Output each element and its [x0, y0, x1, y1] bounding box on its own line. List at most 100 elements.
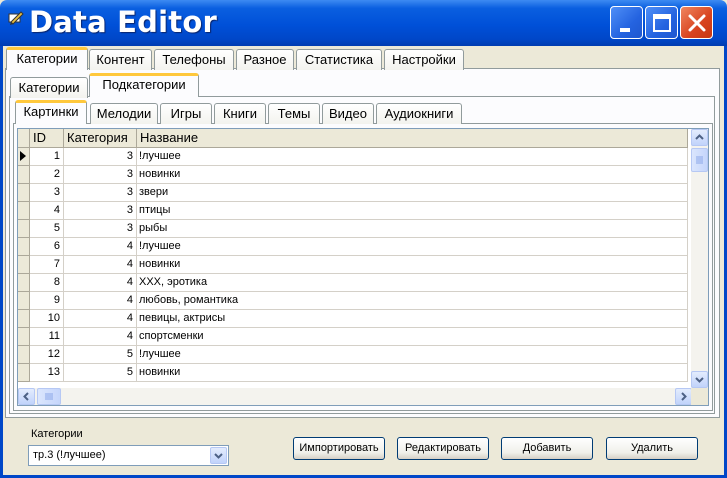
row-indicator[interactable]	[18, 184, 30, 202]
cell-id[interactable]: 10	[30, 310, 64, 328]
row-indicator[interactable]	[18, 256, 30, 274]
cell-id[interactable]: 11	[30, 328, 64, 346]
cell-name[interactable]: !лучшее	[137, 148, 688, 166]
maximize-button[interactable]	[645, 6, 678, 39]
table-row[interactable]: 11 4 спортсменки	[18, 328, 688, 346]
column-header-category[interactable]: Категория	[64, 129, 137, 148]
tab-misc[interactable]: Разное	[236, 49, 294, 70]
tab-themes[interactable]: Темы	[268, 103, 320, 124]
row-indicator[interactable]	[18, 166, 30, 184]
table-row[interactable]: 10 4 певицы, актрисы	[18, 310, 688, 328]
tab-games[interactable]: Игры	[160, 103, 212, 124]
row-indicator[interactable]	[18, 364, 30, 382]
scroll-left-button[interactable]	[18, 388, 35, 405]
cell-id[interactable]: 5	[30, 220, 64, 238]
row-indicator[interactable]	[18, 346, 30, 364]
cell-category[interactable]: 4	[64, 292, 137, 310]
cell-category[interactable]: 4	[64, 310, 137, 328]
cell-category[interactable]: 5	[64, 364, 137, 382]
row-indicator[interactable]	[18, 238, 30, 256]
table-row[interactable]: 1 3 !лучшее	[18, 148, 688, 166]
tab-statistics[interactable]: Статистика	[296, 49, 382, 70]
cell-name[interactable]: рыбы	[137, 220, 688, 238]
cell-name[interactable]: !лучшее	[137, 238, 688, 256]
cell-category[interactable]: 4	[64, 274, 137, 292]
column-header-name[interactable]: Название	[137, 129, 688, 148]
tab-pictures[interactable]: Картинки	[15, 100, 87, 124]
cell-id[interactable]: 2	[30, 166, 64, 184]
vertical-scrollbar[interactable]	[691, 129, 708, 388]
table-row[interactable]: 6 4 !лучшее	[18, 238, 688, 256]
tab-phones[interactable]: Телефоны	[154, 49, 234, 70]
cell-name[interactable]: новинки	[137, 256, 688, 274]
cell-category[interactable]: 5	[64, 346, 137, 364]
table-row[interactable]: 12 5 !лучшее	[18, 346, 688, 364]
cell-name[interactable]: новинки	[137, 166, 688, 184]
cell-name[interactable]: !лучшее	[137, 346, 688, 364]
cell-id[interactable]: 9	[30, 292, 64, 310]
cell-name[interactable]: новинки	[137, 364, 688, 382]
cell-category[interactable]: 3	[64, 148, 137, 166]
cell-category[interactable]: 3	[64, 220, 137, 238]
table-row[interactable]: 3 3 звери	[18, 184, 688, 202]
cell-name[interactable]: звери	[137, 184, 688, 202]
add-button[interactable]: Добавить	[501, 437, 593, 460]
table-row[interactable]: 8 4 XXX, эротика	[18, 274, 688, 292]
cell-name[interactable]: XXX, эротика	[137, 274, 688, 292]
table-row[interactable]: 9 4 любовь, романтика	[18, 292, 688, 310]
row-indicator[interactable]	[18, 148, 30, 166]
tab-audiobooks[interactable]: Аудиокниги	[376, 103, 462, 124]
cell-name[interactable]: певицы, актрисы	[137, 310, 688, 328]
table-row[interactable]: 5 3 рыбы	[18, 220, 688, 238]
cell-id[interactable]: 1	[30, 148, 64, 166]
cell-category[interactable]: 3	[64, 202, 137, 220]
cell-category[interactable]: 3	[64, 184, 137, 202]
row-indicator[interactable]	[18, 202, 30, 220]
cell-name[interactable]: спортсменки	[137, 328, 688, 346]
row-indicator[interactable]	[18, 292, 30, 310]
tab-books[interactable]: Книги	[214, 103, 266, 124]
cell-category[interactable]: 4	[64, 238, 137, 256]
import-button[interactable]: Импортировать	[293, 437, 385, 460]
title-bar[interactable]: Data Editor	[0, 0, 727, 46]
cell-name[interactable]: птицы	[137, 202, 688, 220]
close-button[interactable]	[680, 6, 713, 39]
data-grid[interactable]: ID Категория Название 1 3 !лучшее 2 3 новинки…	[17, 128, 709, 406]
row-indicator[interactable]	[18, 274, 30, 292]
dropdown-button[interactable]	[210, 447, 227, 464]
tab-content[interactable]: Контент	[89, 49, 152, 70]
table-row[interactable]: 4 3 птицы	[18, 202, 688, 220]
tab-video[interactable]: Видео	[322, 103, 374, 124]
cell-category[interactable]: 3	[64, 166, 137, 184]
cell-id[interactable]: 12	[30, 346, 64, 364]
vertical-scroll-thumb[interactable]	[691, 148, 708, 172]
horizontal-scroll-thumb[interactable]	[37, 388, 61, 405]
horizontal-scrollbar[interactable]	[18, 388, 692, 405]
cell-id[interactable]: 13	[30, 364, 64, 382]
row-indicator[interactable]	[18, 220, 30, 238]
tab-categories[interactable]: Категории	[6, 47, 88, 70]
tab-settings[interactable]: Настройки	[384, 49, 464, 70]
cell-category[interactable]: 4	[64, 256, 137, 274]
delete-button[interactable]: Удалить	[606, 437, 698, 460]
edit-button[interactable]: Редактировать	[397, 437, 489, 460]
row-indicator[interactable]	[18, 328, 30, 346]
minimize-button[interactable]	[610, 6, 643, 39]
cell-id[interactable]: 4	[30, 202, 64, 220]
scroll-down-button[interactable]	[691, 371, 708, 388]
scroll-up-button[interactable]	[691, 129, 708, 146]
column-header-id[interactable]: ID	[30, 129, 64, 148]
tab-sub-categories[interactable]: Категории	[10, 77, 88, 98]
table-row[interactable]: 7 4 новинки	[18, 256, 688, 274]
table-row[interactable]: 2 3 новинки	[18, 166, 688, 184]
table-row[interactable]: 13 5 новинки	[18, 364, 688, 382]
cell-category[interactable]: 4	[64, 328, 137, 346]
cell-id[interactable]: 3	[30, 184, 64, 202]
tab-subcategories[interactable]: Подкатегории	[89, 73, 199, 97]
tab-melodies[interactable]: Мелодии	[90, 103, 158, 124]
cell-name[interactable]: любовь, романтика	[137, 292, 688, 310]
row-indicator[interactable]	[18, 310, 30, 328]
cell-id[interactable]: 8	[30, 274, 64, 292]
scroll-right-button[interactable]	[675, 388, 692, 405]
cell-id[interactable]: 6	[30, 238, 64, 256]
